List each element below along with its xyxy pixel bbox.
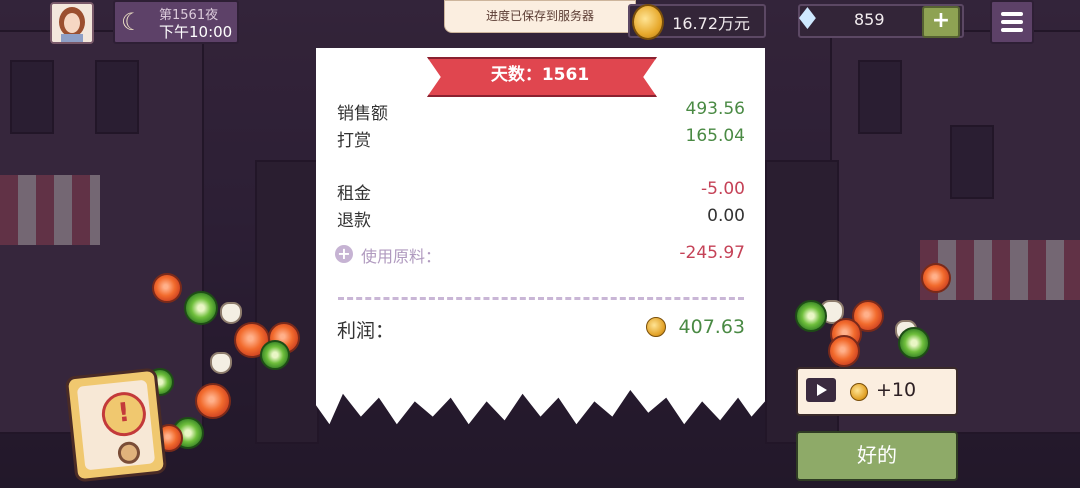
player-avatar[interactable] [50, 2, 94, 44]
profit-label: 利润： [337, 320, 395, 342]
alert-icon: ! [99, 389, 149, 439]
watch-ad-reward-button[interactable]: +10 [796, 367, 958, 416]
rent-label: 租金 [337, 184, 371, 204]
garlic-clove [220, 302, 242, 324]
tomato-slice [195, 383, 231, 419]
ingredients-label[interactable]: 使用原料： [361, 243, 441, 267]
ingredients-value: -245.97 [679, 243, 745, 263]
night-clock-panel: ☾ 第1561夜 下午10:00 [113, 0, 239, 44]
tomato-slice [152, 273, 182, 303]
pepper-slice [795, 300, 827, 332]
coin-icon [850, 383, 868, 401]
menu-button[interactable] [990, 0, 1034, 44]
avatar-portrait [52, 4, 92, 42]
receipt-divider [338, 297, 744, 300]
phone-alert-button[interactable]: ! [64, 367, 168, 483]
gems-value: 859 [854, 10, 885, 29]
tips-label: 打赏 [337, 131, 371, 151]
moon-icon: ☾ [121, 8, 143, 36]
profit-value: 407.63 [678, 316, 745, 338]
refund-label: 退款 [337, 211, 371, 231]
tomato-slice [921, 263, 951, 293]
coin-icon [632, 4, 664, 40]
money-value: 16.72万元 [672, 14, 750, 33]
rent-value: -5.00 [701, 179, 745, 199]
refund-value: 0.00 [707, 206, 745, 226]
pepper-slice [184, 291, 218, 325]
money-display: 16.72万元 [628, 4, 766, 40]
pepper-slice [898, 327, 930, 359]
menu-icon-bar [1001, 28, 1023, 32]
video-play-icon [806, 378, 836, 402]
phone-home-dot [116, 440, 142, 465]
menu-icon-bar [1001, 20, 1023, 24]
save-toast: 进度已保存到服务器 [444, 0, 636, 33]
expand-ingredients-icon[interactable]: + [335, 245, 353, 263]
gems-display: ♦ 859 + [794, 3, 964, 38]
phone-screen: ! [76, 379, 156, 471]
sales-label: 销售额 [337, 104, 388, 124]
ad-reward-label: +10 [876, 379, 917, 401]
menu-icon [1001, 12, 1023, 16]
garlic-clove [210, 352, 232, 374]
tomato-slice [828, 335, 860, 367]
tips-value: 165.04 [685, 126, 745, 146]
add-gems-button[interactable]: + [922, 6, 960, 38]
day-ribbon-title: 天数：1561 [490, 65, 590, 85]
ok-button[interactable]: 好的 [796, 431, 958, 481]
time-label: 下午10:00 [159, 23, 233, 41]
pepper-slice [260, 340, 290, 370]
coin-icon [646, 317, 666, 337]
diamond-icon: ♦ [794, 2, 821, 37]
sales-value: 493.56 [685, 99, 745, 119]
